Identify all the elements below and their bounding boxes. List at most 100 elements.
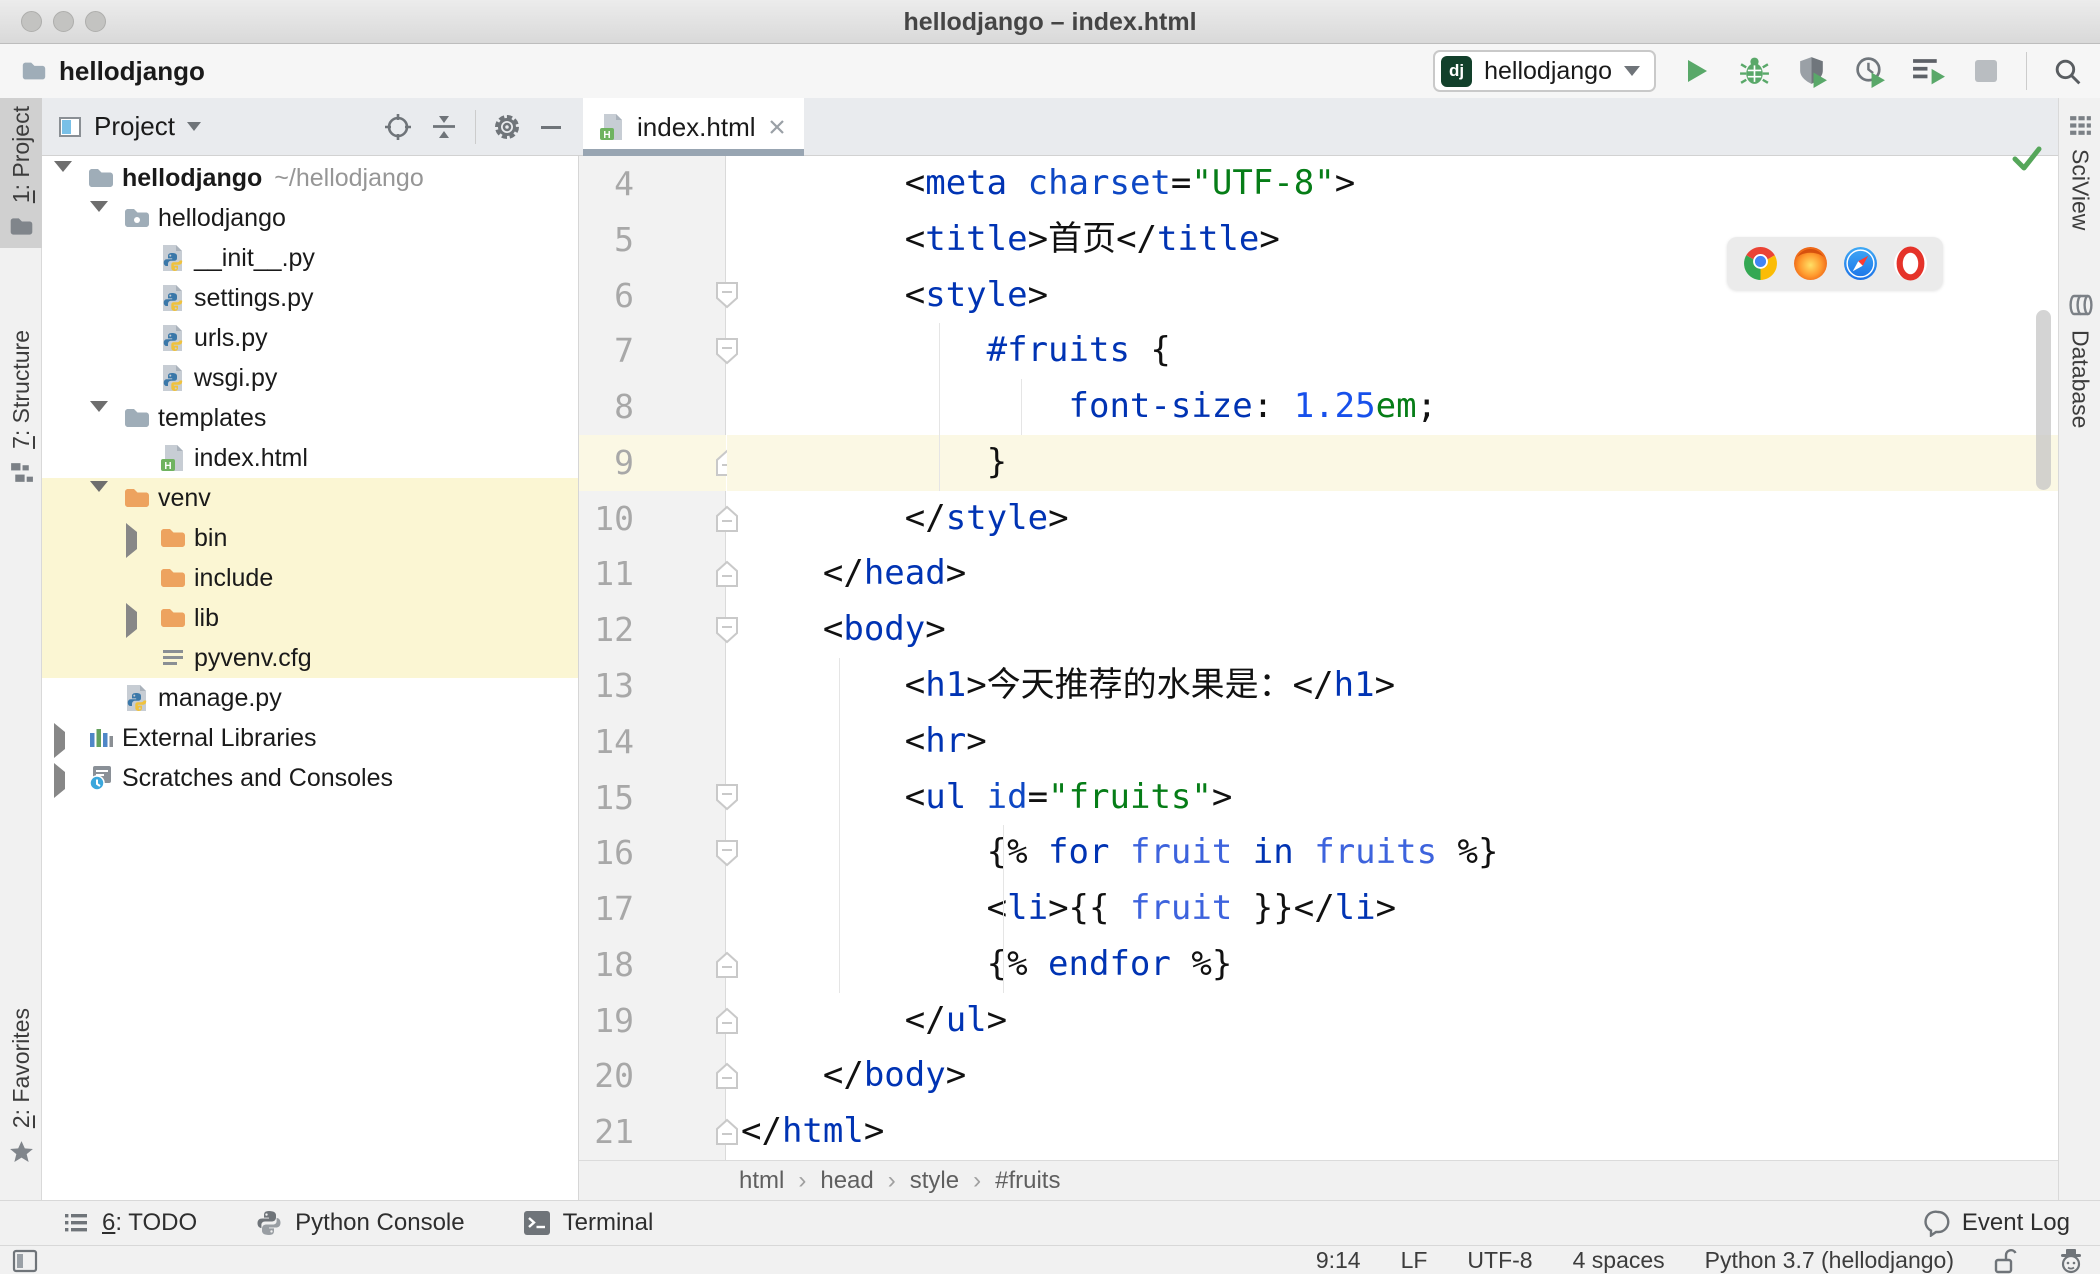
breadcrumb[interactable]: hellodjango [59, 56, 205, 87]
pycharm-window: hellodjango – index.html hellodjango dj … [0, 0, 2100, 1274]
panel-actions-divider [475, 109, 476, 144]
search-icon[interactable] [2049, 53, 2085, 89]
code-line[interactable]: <hr> [727, 714, 2058, 770]
status-caret-position[interactable]: 9:14 [1316, 1247, 1361, 1274]
hector-inspector-icon[interactable] [2058, 1247, 2084, 1275]
tree-item-external-libraries[interactable]: External Libraries [42, 718, 578, 758]
opera-icon[interactable] [1893, 246, 1928, 281]
breadcrumb-head[interactable]: head [820, 1167, 873, 1195]
expanded-arrow-icon[interactable] [90, 201, 108, 230]
toolwindow-project[interactable]: 1: Project [0, 98, 42, 249]
tree-item-lib[interactable]: lib [42, 598, 578, 638]
run-with-coverage-icon[interactable] [1794, 53, 1830, 89]
tab-index-html[interactable]: H index.html [583, 98, 804, 156]
chrome-icon[interactable] [1743, 246, 1778, 281]
code-line[interactable]: </ul> [727, 993, 2058, 1049]
locate-icon[interactable] [383, 112, 413, 142]
toolwindow-terminal[interactable]: Terminal [523, 1209, 653, 1237]
tree-item-scratches-and-consoles[interactable]: Scratches and Consoles [42, 758, 578, 798]
project-panel-title: Project [94, 111, 175, 141]
status-indent-style[interactable]: 4 spaces [1573, 1247, 1665, 1274]
toolwindow-todo[interactable]: 6: TODO [62, 1209, 197, 1237]
code-line[interactable]: <h1>今天推荐的水果是：</h1> [727, 658, 2058, 714]
status-python-interpreter[interactable]: Python 3.7 (hellodjango) [1705, 1247, 1954, 1274]
code-line[interactable]: {% for fruit in fruits %} [727, 825, 2058, 881]
close-icon[interactable] [766, 116, 788, 138]
breadcrumb-fruits[interactable]: #fruits [995, 1167, 1060, 1195]
python-icon [255, 1209, 283, 1237]
code-line[interactable]: </html> [727, 1104, 2058, 1160]
tree-item-venv[interactable]: venv [42, 478, 578, 518]
breadcrumb-html[interactable]: html [739, 1167, 784, 1195]
collapsed-arrow-icon[interactable] [54, 763, 65, 798]
tree-item-include[interactable]: include [42, 558, 578, 598]
collapsed-arrow-icon[interactable] [126, 523, 137, 558]
code-line[interactable]: <meta charset="UTF-8"> [727, 156, 2058, 212]
stop-icon[interactable] [1968, 53, 2004, 89]
code-line[interactable]: </style> [727, 491, 2058, 547]
expanded-arrow-icon[interactable] [54, 161, 72, 190]
toolwindow-python-console[interactable]: Python Console [255, 1209, 465, 1237]
breadcrumb-style[interactable]: style [910, 1167, 959, 1195]
run-concurrency-icon[interactable] [1910, 53, 1946, 89]
collapse-all-icon[interactable] [429, 112, 459, 142]
tree-item-index-html[interactable]: Hindex.html [42, 438, 578, 478]
code-editor[interactable]: 4 5 6 7 8 9 10 11 12 13 14 15 16 17 18 19 20 21 <meta cha… [579, 156, 2058, 1160]
toolbar-divider [2026, 52, 2027, 90]
scratch-icon [86, 763, 116, 793]
toolwindow-favorites[interactable]: 2: Favorites [0, 1000, 42, 1175]
breadcrumb-separator: › [973, 1166, 982, 1194]
code-line[interactable]: } [727, 434, 2058, 491]
code-line[interactable]: #fruits { [727, 323, 2058, 379]
folder-icon [122, 403, 152, 433]
editor-scrollbar-thumb[interactable] [2036, 310, 2051, 490]
tree-item-wsgi-py[interactable]: wsgi.py [42, 358, 578, 398]
code-line[interactable]: </body> [727, 1048, 2058, 1104]
tree-item-urls-py[interactable]: urls.py [42, 318, 578, 358]
code-area[interactable]: <meta charset="UTF-8"> <title>首页</title>… [727, 156, 2058, 1160]
toolwindow-event-log[interactable]: Event Log [1924, 1209, 2100, 1237]
sciview-icon [2067, 112, 2094, 139]
tree-item-label: lib [194, 603, 220, 632]
folder-ex-icon [158, 523, 188, 553]
safari-icon[interactable] [1843, 246, 1878, 281]
tree-item-hellodjango[interactable]: hellodjango [42, 198, 578, 238]
profiler-icon[interactable] [1852, 53, 1888, 89]
gutter-line: 6 [579, 268, 738, 324]
tree-item-settings-py[interactable]: settings.py [42, 278, 578, 318]
gutter-line: 5 [614, 219, 634, 259]
code-line[interactable]: {% endfor %} [727, 937, 2058, 993]
debug-icon[interactable] [1736, 53, 1772, 89]
status-file-encoding[interactable]: UTF-8 [1467, 1247, 1532, 1274]
tree-item-manage-py[interactable]: manage.py [42, 678, 578, 718]
tree-item-templates[interactable]: templates [42, 398, 578, 438]
collapsed-arrow-icon[interactable] [126, 603, 137, 638]
toolwindow-structure[interactable]: 7: Structure [0, 322, 42, 494]
unlock-icon[interactable] [1994, 1247, 2018, 1275]
tree-item-bin[interactable]: bin [42, 518, 578, 558]
collapsed-arrow-icon[interactable] [54, 723, 65, 758]
expanded-arrow-icon[interactable] [90, 481, 108, 510]
hide-panel-icon[interactable] [538, 114, 564, 140]
settings-gear-icon[interactable] [492, 112, 522, 142]
gutter-line: 9 [579, 434, 738, 491]
toolwindow-sciview[interactable]: SciView [2059, 104, 2100, 238]
toolwindow-database[interactable]: Database [2059, 282, 2100, 436]
expanded-arrow-icon[interactable] [90, 401, 108, 430]
code-line[interactable]: <body> [727, 602, 2058, 658]
status-line-separator[interactable]: LF [1401, 1247, 1428, 1274]
code-line[interactable]: font-size: 1.25em; [727, 379, 2058, 435]
run-icon[interactable] [1678, 53, 1714, 89]
chevron-down-icon [186, 122, 201, 131]
code-line[interactable]: <ul id="fruits"> [727, 770, 2058, 826]
project-view-selector[interactable]: Project [42, 111, 383, 142]
tree-item-hellodjango[interactable]: hellodjango ~/hellodjango [42, 158, 578, 198]
toolwindow-switcher-icon[interactable] [12, 1248, 38, 1274]
tree-item--init-py[interactable]: __init__.py [42, 238, 578, 278]
inspection-ok-check-icon[interactable] [2012, 146, 2042, 172]
run-configuration-select[interactable]: dj hellodjango [1433, 50, 1656, 92]
code-line[interactable]: </head> [727, 546, 2058, 602]
tree-item-pyvenv-cfg[interactable]: pyvenv.cfg [42, 638, 578, 678]
firefox-icon[interactable] [1793, 246, 1828, 281]
code-line[interactable]: <li>{{ fruit }}</li> [727, 881, 2058, 937]
